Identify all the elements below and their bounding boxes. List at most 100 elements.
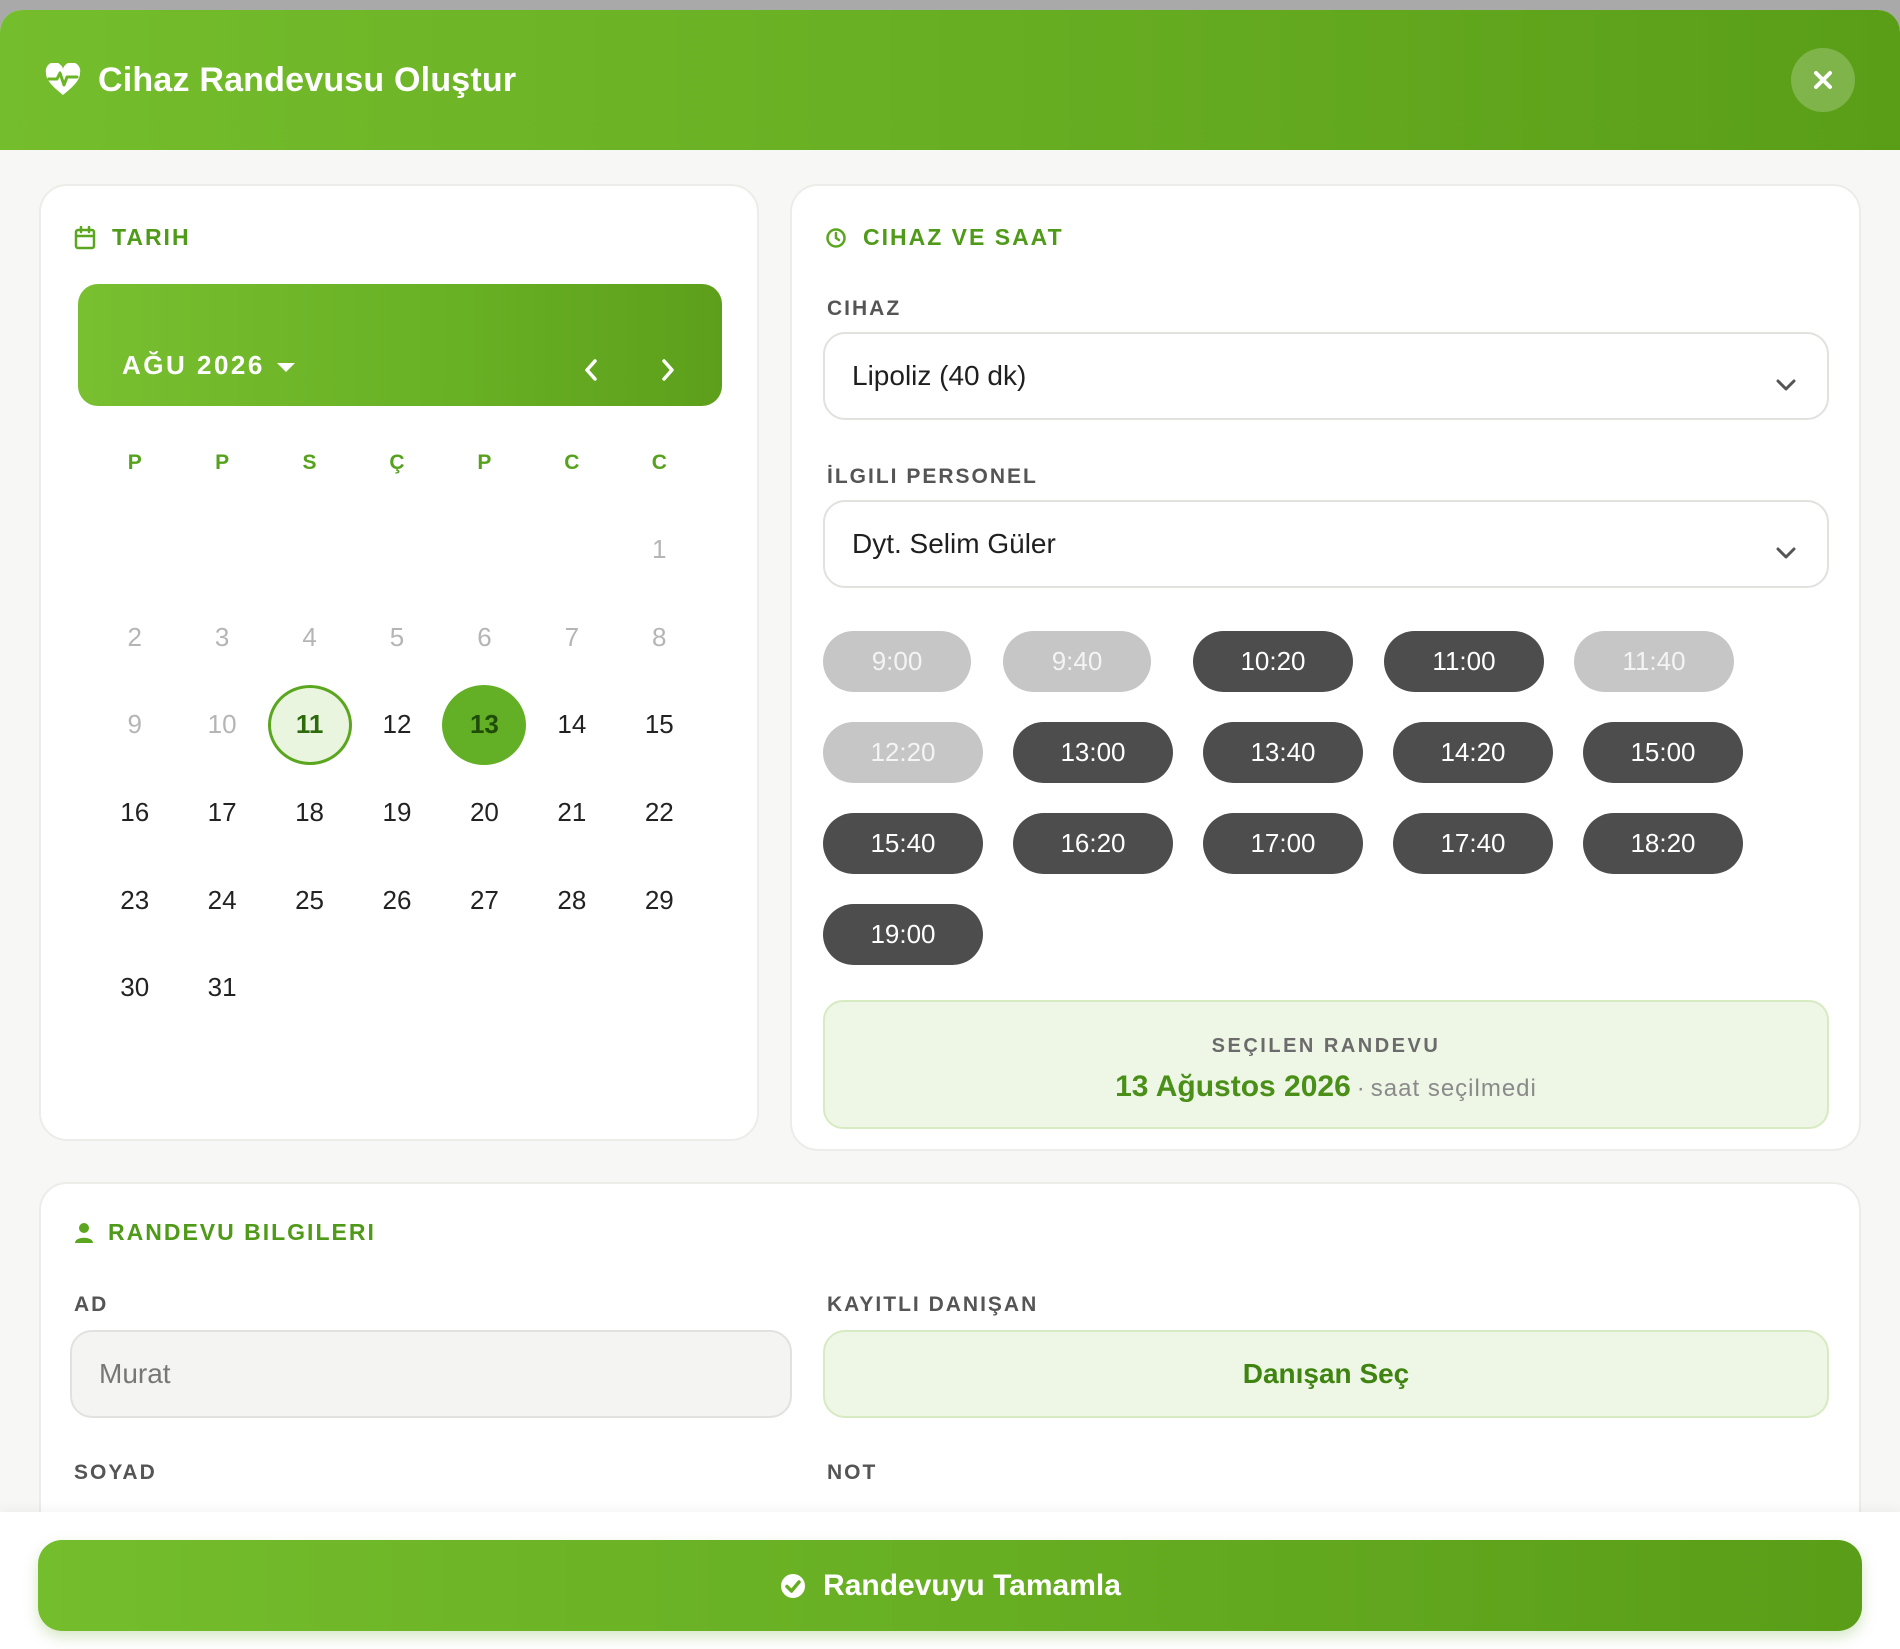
calendar-day[interactable]: 23 [91, 856, 178, 944]
calendar-day-number: 26 [382, 884, 412, 915]
time-slot-button[interactable]: 17:40 [1393, 813, 1553, 874]
calendar-day-number: 11 [267, 684, 352, 765]
calendar-day-number: 4 [302, 621, 317, 652]
device-card-title: CIHAZ VE SAAT [825, 224, 1064, 251]
time-slot-button: 12:20 [823, 722, 983, 783]
modal-header: Cihaz Randevusu Oluştur [0, 10, 1900, 150]
first-name-input[interactable]: Murat [70, 1330, 792, 1418]
calendar-day[interactable]: 17 [178, 769, 265, 857]
clock-icon [825, 227, 847, 249]
calendar-day[interactable]: 24 [178, 856, 265, 944]
calendar-day[interactable]: 26 [353, 856, 440, 944]
calendar-day: 4 [266, 594, 353, 682]
calendar-day-number [180, 510, 264, 590]
first-name-label: AD [74, 1293, 109, 1316]
calendar-day-number: 12 [382, 709, 412, 740]
calendar-empty-cell [441, 506, 528, 594]
last-name-label: SOYAD [74, 1461, 157, 1484]
calendar-day[interactable]: 14 [528, 681, 615, 769]
calendar-day-number: 24 [207, 884, 237, 915]
calendar-day-number: 8 [652, 621, 667, 652]
note-label: NOT [827, 1461, 878, 1484]
calendar-day[interactable]: 18 [266, 769, 353, 857]
calendar-day-number: 18 [295, 797, 325, 828]
caret-down-icon [276, 363, 295, 372]
weekday-label: P [215, 451, 230, 474]
close-icon [1812, 69, 1834, 91]
calendar-day[interactable]: 27 [441, 856, 528, 944]
time-slot-button[interactable]: 19:00 [823, 904, 983, 965]
calendar-day[interactable]: 25 [266, 856, 353, 944]
time-slot-button[interactable]: 13:00 [1013, 722, 1173, 783]
calendar-day-number: 10 [207, 709, 237, 740]
calendar-day: 7 [528, 594, 615, 682]
calendar-day-number [442, 510, 526, 590]
calendar-day[interactable]: 30 [91, 944, 178, 1032]
calendar-day-number [530, 510, 614, 590]
time-slot-button[interactable]: 14:20 [1393, 722, 1553, 783]
calendar-day[interactable]: 31 [178, 944, 265, 1032]
time-slot-button[interactable]: 16:20 [1013, 813, 1173, 874]
date-card-title-text: TARIH [112, 224, 191, 250]
calendar-day-number: 2 [127, 621, 142, 652]
time-slot-button[interactable]: 10:20 [1193, 631, 1353, 692]
complete-appointment-label: Randevuyu Tamamla [823, 1568, 1121, 1602]
time-slot-button[interactable]: 17:00 [1203, 813, 1363, 874]
time-slot-button[interactable]: 15:40 [823, 813, 983, 874]
calendar-day-number: 25 [295, 884, 325, 915]
calendar-day[interactable]: 22 [616, 769, 703, 857]
calendar-day-number [268, 510, 352, 590]
calendar-day[interactable]: 19 [353, 769, 440, 857]
staff-select-value: Dyt. Selim Güler [852, 528, 1056, 559]
calendar-day: 8 [616, 594, 703, 682]
calendar-day-number: 6 [477, 621, 492, 652]
prev-month-button[interactable] [571, 350, 611, 390]
calendar-day-number: 23 [120, 884, 150, 915]
staff-select[interactable]: Dyt. Selim Güler [823, 500, 1829, 588]
device-select[interactable]: Lipoliz (40 dk) [823, 332, 1829, 420]
weekday-label: C [651, 451, 667, 474]
time-slot-button: 11:40 [1574, 631, 1734, 692]
registered-client-label: KAYITLI DANIŞAN [827, 1293, 1039, 1316]
calendar-day: 3 [178, 594, 265, 682]
calendar-day[interactable]: 16 [91, 769, 178, 857]
calendar-empty-cell [528, 506, 615, 594]
close-button[interactable] [1791, 48, 1855, 112]
calendar-day[interactable]: 13 [441, 681, 528, 769]
calendar-day-number: 22 [644, 797, 674, 828]
calendar-empty-cell [178, 506, 265, 594]
time-slot-button[interactable]: 18:20 [1583, 813, 1743, 874]
next-month-button[interactable] [648, 350, 688, 390]
calendar-empty-cell [91, 506, 178, 594]
weekday-label: P [127, 451, 142, 474]
time-slot-button[interactable]: 15:00 [1583, 722, 1743, 783]
staff-label: İLGILI PERSONEL [827, 465, 1038, 488]
calendar-day-number: 7 [564, 621, 580, 652]
check-circle-icon [779, 1572, 807, 1600]
select-client-button[interactable]: Danışan Seç [823, 1330, 1829, 1418]
calendar-day[interactable]: 29 [616, 856, 703, 944]
calendar-day: 2 [91, 594, 178, 682]
month-picker[interactable]: AĞU 2026 [122, 350, 295, 381]
calendar-empty-cell [353, 506, 440, 594]
info-card-title-text: RANDEVU BILGILERI [108, 1219, 376, 1245]
modal-title: Cihaz Randevusu Oluştur [98, 60, 517, 99]
calendar-day: 10 [178, 681, 265, 769]
time-slot-button[interactable]: 11:00 [1384, 631, 1544, 692]
calendar-day[interactable]: 11 [266, 681, 353, 769]
calendar-day[interactable]: 15 [616, 681, 703, 769]
chevron-down-icon [1775, 368, 1797, 400]
calendar-day[interactable]: 12 [353, 681, 440, 769]
time-slot-button: 9:40 [1003, 631, 1151, 692]
weekday-label: C [564, 451, 580, 474]
info-card-title: RANDEVU BILGILERI [74, 1219, 376, 1246]
summary-separator: · [1356, 1075, 1365, 1102]
chevron-down-icon [1775, 536, 1797, 568]
calendar-day-number: 17 [207, 797, 237, 828]
complete-appointment-button[interactable]: Randevuyu Tamamla [38, 1540, 1862, 1631]
calendar-day[interactable]: 28 [528, 856, 615, 944]
device-label: CIHAZ [827, 297, 902, 320]
time-slot-button[interactable]: 13:40 [1203, 722, 1363, 783]
calendar-day[interactable]: 20 [441, 769, 528, 857]
calendar-day[interactable]: 21 [528, 769, 615, 857]
